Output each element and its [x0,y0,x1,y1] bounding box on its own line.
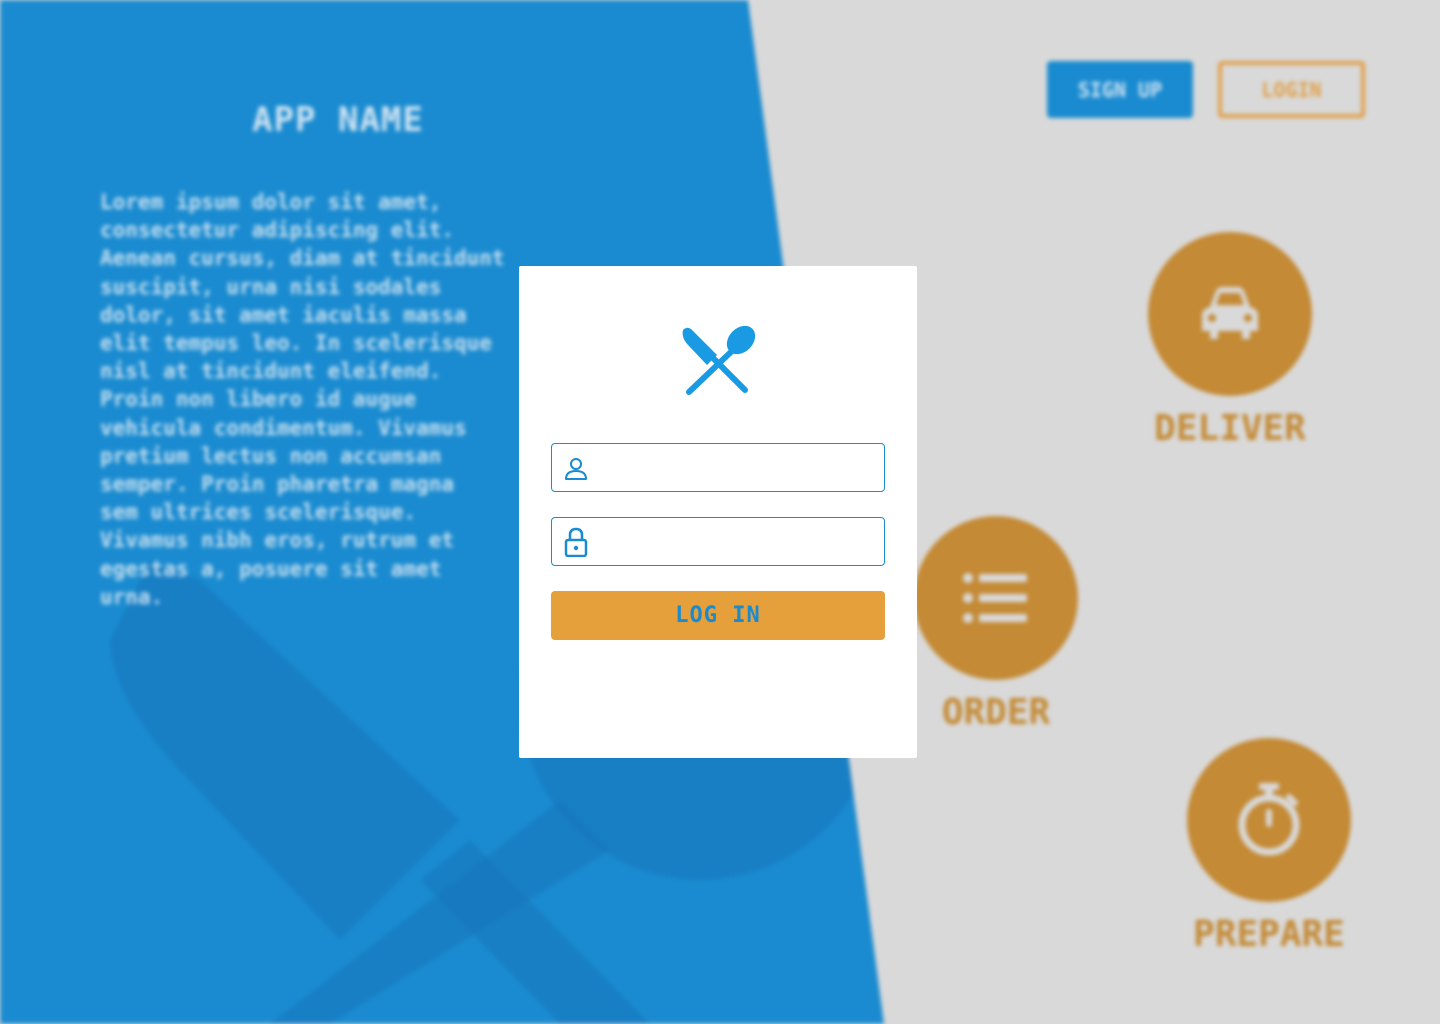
username-field[interactable] [551,443,885,492]
feature-circle [1148,232,1312,396]
username-input[interactable] [600,445,884,490]
feature-label: PREPARE [1193,914,1345,955]
login-modal: LOG IN [519,266,917,758]
password-input[interactable] [600,519,884,564]
feature-circle [914,516,1078,680]
car-icon [1202,287,1258,339]
feature-prepare: PREPARE [1187,738,1351,955]
app-description: Lorem ipsum dolor sit amet, consectetur … [100,190,505,609]
app-name-heading: APP NAME [252,100,424,140]
knife-spoon-icon [682,325,756,395]
user-icon [552,444,600,491]
stopwatch-icon [1238,783,1300,856]
login-submit-button[interactable]: LOG IN [551,591,885,640]
list-icon [963,573,1027,623]
login-nav-button: LOGIN [1218,61,1365,118]
password-field[interactable] [551,517,885,566]
feature-circle [1187,738,1351,902]
feature-label: DELIVER [1154,408,1306,449]
signup-button: SIGN UP [1047,61,1193,118]
lock-icon [552,518,600,565]
feature-deliver: DELIVER [1148,232,1312,449]
feature-order: ORDER [914,516,1078,733]
